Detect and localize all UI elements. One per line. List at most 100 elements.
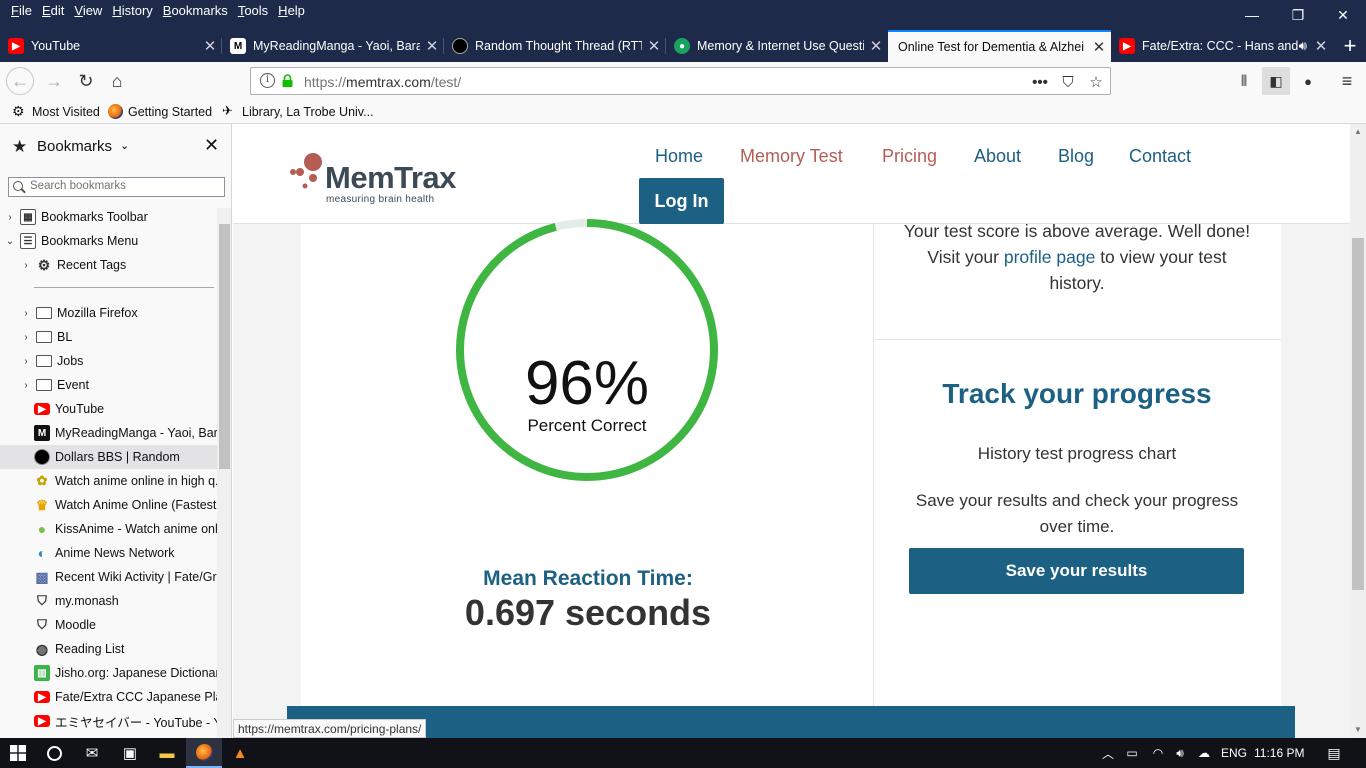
tab-memtrax-active[interactable]: Online Test for Dementia & Alzhei ✕ [888, 30, 1111, 62]
bookmark-most-visited[interactable]: ⚙ Most Visited [12, 104, 100, 119]
chevron-down-icon[interactable]: ⌄ [120, 139, 129, 152]
bookmark-latrobe[interactable]: ✈ Library, La Trobe Univ... [222, 104, 374, 119]
scrollbar-thumb[interactable] [1352, 238, 1364, 590]
scroll-up-icon[interactable]: ▲ [1354, 127, 1362, 136]
sidebar-bookmark-item[interactable]: Dollars BBS | Random [0, 445, 217, 469]
bookmarks-sidebar: ★ Bookmarks ⌄ ✕ › ▦ Bookmarks Toolbar ⌄ ☰ Boo… [0, 124, 232, 738]
chevron-down-icon[interactable]: ⌄ [4, 236, 16, 247]
menu-view[interactable]: View [69, 2, 107, 20]
minimize-button[interactable]: — [1229, 0, 1275, 30]
action-center-icon[interactable]: ▤ [1316, 738, 1352, 768]
scroll-down-icon[interactable]: ▼ [1354, 725, 1362, 734]
scrollbar-thumb[interactable] [219, 224, 230, 469]
page-scrollbar[interactable]: ▲ ▼ [1350, 124, 1366, 738]
tab-fate-extra[interactable]: ▶ Fate/Extra: CCC - Hans and 🔊︎ ✕ [1111, 30, 1333, 62]
tab-youtube[interactable]: ▶ YouTube ✕ [0, 30, 222, 62]
sidebar-bookmark-item[interactable]: › Event [0, 373, 217, 397]
sidebar-bookmark-item[interactable]: ♛ Watch Anime Online (Fastest ... [0, 493, 217, 517]
onedrive-icon[interactable]: ☁ [1186, 738, 1222, 768]
chevron-right-icon[interactable]: › [20, 356, 32, 367]
chevron-right-icon[interactable]: › [20, 260, 32, 271]
chevron-right-icon[interactable]: › [20, 332, 32, 343]
menu-history[interactable]: History [107, 2, 157, 20]
menu-file[interactable]: File [6, 2, 37, 20]
extension-icon[interactable]: ● [1294, 67, 1322, 95]
close-tab-icon[interactable]: ✕ [198, 37, 222, 55]
mail-icon[interactable]: ✉ [74, 738, 110, 768]
sidebar-bookmark-item[interactable]: › Jobs [0, 349, 217, 373]
windows-start-icon[interactable] [0, 738, 36, 768]
forward-button[interactable]: → [40, 67, 68, 95]
sidebar-bookmark-item[interactable]: M MyReadingManga - Yaoi, Bara [0, 421, 217, 445]
system-clock[interactable]: 11:16 PM [1254, 746, 1304, 760]
bookmark-star-icon[interactable]: ☆ [1085, 71, 1107, 93]
tab-random-thought[interactable]: Random Thought Thread (RTT ✕ [444, 30, 666, 62]
menu-help[interactable]: Help [273, 2, 310, 20]
input-language[interactable]: ENG [1221, 746, 1247, 760]
close-tab-icon[interactable]: ✕ [1087, 38, 1111, 56]
sidebar-bookmark-item[interactable]: ▶ エミヤセイバー - YouTube - Y... [0, 709, 217, 733]
sidebar-bookmark-item[interactable]: › ⚙ Recent Tags [0, 253, 217, 277]
sidebar-bookmark-item[interactable]: ◍ Reading List [0, 637, 217, 661]
monash-icon: ⛉ [37, 593, 47, 608]
sidebar-header[interactable]: ★ Bookmarks ⌄ ✕ [0, 124, 231, 168]
library-icon[interactable]: ⫴ [1230, 67, 1258, 95]
search-bookmarks-input[interactable] [30, 180, 220, 192]
cortana-search-icon[interactable] [36, 738, 72, 768]
close-tab-icon[interactable]: ✕ [1309, 37, 1333, 55]
sidebar-bookmark-item[interactable]: ⛉ my.monash [0, 589, 217, 613]
page-actions-icon[interactable]: ••• [1029, 71, 1051, 93]
nav-blog[interactable]: Blog [1058, 146, 1094, 167]
restore-button[interactable]: ❐ [1275, 0, 1321, 30]
file-explorer-icon[interactable]: ▬ [149, 738, 185, 768]
back-button[interactable]: ← [6, 67, 34, 95]
close-sidebar-icon[interactable]: ✕ [204, 135, 219, 156]
sidebar-bookmark-item[interactable]: ✿ Watch anime online in high q... [0, 469, 217, 493]
sidebar-bookmark-item[interactable]: ▶ YouTube [0, 397, 217, 421]
sidebar-bookmark-item[interactable]: › ▦ Bookmarks Toolbar [0, 205, 217, 229]
sidebar-bookmark-item[interactable]: ⌄ ☰ Bookmarks Menu [0, 229, 217, 253]
profile-page-link[interactable]: profile page [1004, 247, 1095, 267]
nav-contact[interactable]: Contact [1129, 146, 1191, 167]
sidebar-toggle-icon[interactable]: ◧ [1262, 67, 1290, 95]
sidebar-bookmark-item[interactable]: ▶ Fate/Extra CCC Japanese Playt... [0, 685, 217, 709]
close-tab-icon[interactable]: ✕ [420, 37, 444, 55]
menu-bookmarks[interactable]: Bookmarks [158, 2, 233, 20]
nav-pricing[interactable]: Pricing [882, 146, 937, 167]
vlc-icon[interactable]: ▲ [222, 738, 258, 768]
save-results-button[interactable]: Save your results [909, 548, 1244, 594]
sidebar-bookmark-item[interactable]: ◐ Anime News Network [0, 541, 217, 565]
search-icon [13, 181, 23, 191]
chevron-right-icon[interactable]: › [20, 308, 32, 319]
firefox-taskbar-icon[interactable] [186, 738, 222, 768]
new-tab-button[interactable]: + [1334, 30, 1366, 62]
close-tab-icon[interactable]: ✕ [864, 37, 888, 55]
nav-about[interactable]: About [974, 146, 1021, 167]
url-bar[interactable]: i https://memtrax.com/test/ ••• ⛉ ☆ [250, 67, 1111, 95]
audio-playing-icon[interactable]: 🔊︎ [1299, 38, 1307, 54]
sidebar-bookmark-item[interactable]: ● KissAnime - Watch anime onli... [0, 517, 217, 541]
search-bookmarks-field[interactable] [8, 177, 225, 197]
bookmark-getting-started[interactable]: Getting Started [108, 104, 212, 119]
lock-icon[interactable] [282, 74, 293, 87]
close-tab-icon[interactable]: ✕ [642, 37, 666, 55]
chevron-right-icon[interactable]: › [4, 212, 16, 223]
sidebar-bookmark-item[interactable]: ▥ Jisho.org: Japanese Dictionary [0, 661, 217, 685]
sidebar-bookmark-item[interactable]: ⛉ Moodle [0, 613, 217, 637]
tab-memory-survey[interactable]: ● Memory & Internet Use Questi ✕ [666, 30, 888, 62]
hamburger-menu-icon[interactable]: ≡ [1333, 67, 1361, 95]
tab-myreadingmanga[interactable]: M MyReadingManga - Yaoi, Bara ✕ [222, 30, 444, 62]
home-button[interactable]: ⌂ [103, 67, 131, 95]
menu-tools[interactable]: Tools [233, 2, 273, 20]
sidebar-bookmark-item[interactable]: › BL [0, 325, 217, 349]
pocket-icon[interactable]: ⛉ [1057, 71, 1079, 93]
menu-edit[interactable]: Edit [37, 2, 69, 20]
close-window-button[interactable]: ✕ [1320, 0, 1366, 30]
chevron-right-icon[interactable]: › [20, 380, 32, 391]
sidebar-bookmark-item[interactable]: › Mozilla Firefox [0, 301, 217, 325]
sidebar-bookmark-item[interactable]: ▩ Recent Wiki Activity | Fate/Gra... [0, 565, 217, 589]
reload-button[interactable]: ↻ [72, 67, 100, 95]
sidebar-scrollbar[interactable] [217, 208, 231, 738]
info-icon[interactable]: i [260, 73, 275, 88]
network-app-icon[interactable]: ▣ [112, 738, 148, 768]
